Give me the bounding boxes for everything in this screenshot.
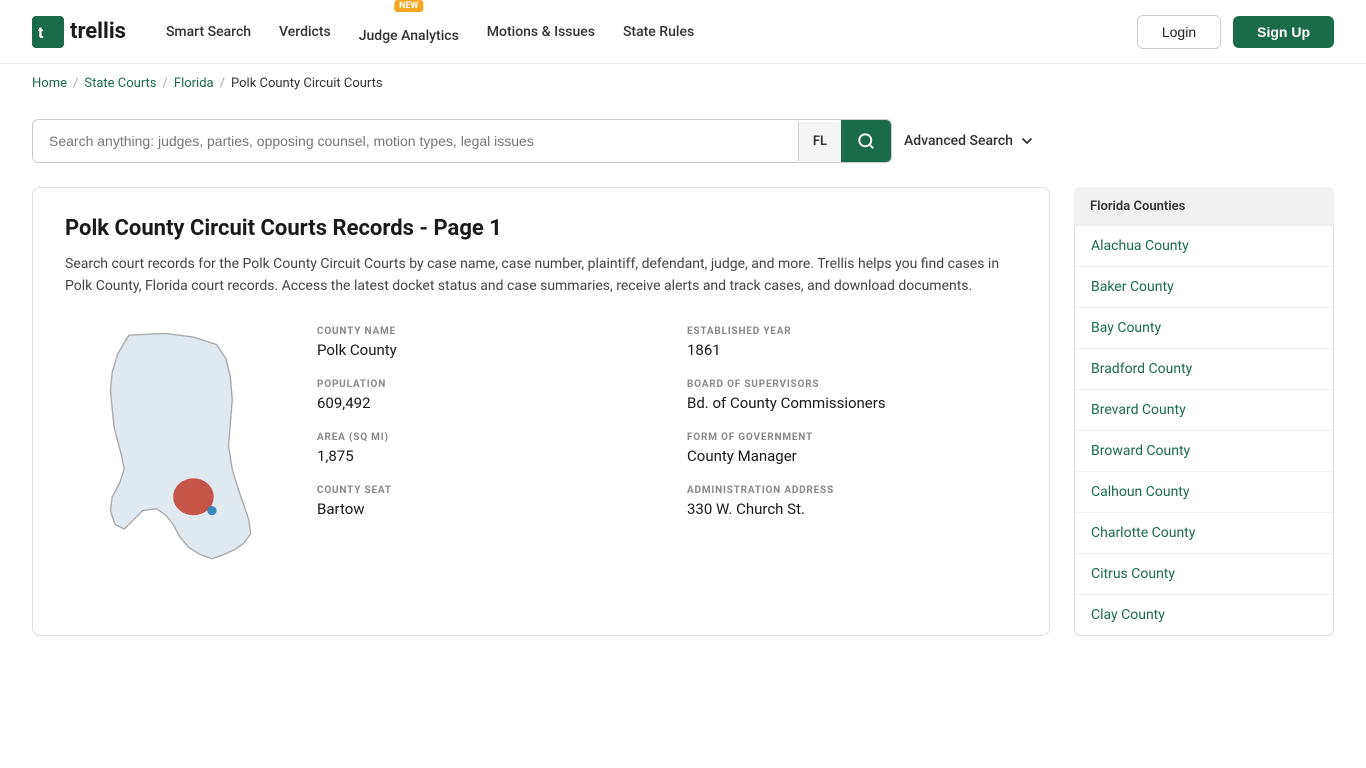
login-button[interactable]: Login	[1137, 15, 1221, 49]
detail-area: AREA (SQ MI) 1,875	[317, 432, 647, 465]
breadcrumb-current: Polk County Circuit Courts	[231, 76, 383, 91]
content-panel: Polk County Circuit Courts Records - Pag…	[32, 187, 1050, 636]
sidebar-item[interactable]: Citrus County	[1075, 554, 1333, 595]
county-details-grid: COUNTY NAME Polk County ESTABLISHED YEAR…	[317, 326, 1017, 518]
county-info: COUNTY NAME Polk County ESTABLISHED YEAR…	[65, 326, 1017, 570]
sidebar-county-list: Alachua CountyBaker CountyBay CountyBrad…	[1074, 226, 1334, 636]
breadcrumb-home[interactable]: Home	[32, 76, 67, 91]
sidebar-item[interactable]: Alachua County	[1075, 226, 1333, 267]
advanced-search-label: Advanced Search	[904, 133, 1013, 149]
detail-address: ADMINISTRATION ADDRESS 330 W. Church St.	[687, 485, 1017, 518]
detail-established: ESTABLISHED YEAR 1861	[687, 326, 1017, 359]
breadcrumb-florida[interactable]: Florida	[174, 76, 214, 91]
signup-button[interactable]: Sign Up	[1233, 16, 1334, 48]
detail-seat: COUNTY SEAT Bartow	[317, 485, 647, 518]
search-section: FL Advanced Search	[0, 103, 1366, 187]
nav-judge-analytics[interactable]: NEW Judge Analytics	[359, 20, 459, 44]
address-value: 330 W. Church St.	[687, 500, 1017, 518]
sidebar-item[interactable]: Brevard County	[1075, 390, 1333, 431]
detail-board: BOARD OF SUPERVISORS Bd. of County Commi…	[687, 379, 1017, 412]
population-value: 609,492	[317, 394, 647, 412]
logo[interactable]: t trellis	[32, 16, 126, 48]
sidebar-item[interactable]: Bay County	[1075, 308, 1333, 349]
nav-smart-search[interactable]: Smart Search	[166, 24, 251, 40]
county-name-label: COUNTY NAME	[317, 326, 647, 337]
detail-county-name: COUNTY NAME Polk County	[317, 326, 647, 359]
advanced-search-toggle[interactable]: Advanced Search	[904, 133, 1035, 149]
sidebar-item[interactable]: Calhoun County	[1075, 472, 1333, 513]
breadcrumb: Home / State Courts / Florida / Polk Cou…	[0, 64, 1366, 103]
sidebar-header: Florida Counties	[1074, 187, 1334, 226]
sidebar-item[interactable]: Bradford County	[1075, 349, 1333, 390]
breadcrumb-state-courts[interactable]: State Courts	[84, 76, 156, 91]
nav-state-rules[interactable]: State Rules	[623, 24, 694, 40]
established-value: 1861	[687, 341, 1017, 359]
sidebar-item[interactable]: Baker County	[1075, 267, 1333, 308]
nav: Smart Search Verdicts NEW Judge Analytic…	[166, 20, 694, 44]
seat-value: Bartow	[317, 500, 647, 518]
logo-icon: t	[32, 16, 64, 48]
page-description: Search court records for the Polk County…	[65, 253, 1017, 298]
svg-text:t: t	[38, 23, 44, 42]
sidebar-item[interactable]: Charlotte County	[1075, 513, 1333, 554]
area-label: AREA (SQ MI)	[317, 432, 647, 443]
search-icon	[857, 132, 875, 150]
seat-label: COUNTY SEAT	[317, 485, 647, 496]
logo-text: trellis	[70, 19, 126, 44]
header: t trellis Smart Search Verdicts NEW Judg…	[0, 0, 1366, 64]
address-label: ADMINISTRATION ADDRESS	[687, 485, 1017, 496]
chevron-down-icon	[1019, 133, 1035, 149]
florida-map-svg	[65, 326, 285, 566]
page-title: Polk County Circuit Courts Records - Pag…	[65, 216, 1017, 241]
county-map	[65, 326, 285, 570]
board-value: Bd. of County Commissioners	[687, 394, 1017, 412]
area-value: 1,875	[317, 447, 647, 465]
population-label: POPULATION	[317, 379, 647, 390]
nav-verdicts[interactable]: Verdicts	[279, 24, 331, 40]
search-wrapper: FL	[32, 119, 892, 163]
county-name-value: Polk County	[317, 341, 647, 359]
board-label: BOARD OF SUPERVISORS	[687, 379, 1017, 390]
sidebar-item[interactable]: Clay County	[1075, 595, 1333, 635]
sidebar: Florida Counties Alachua CountyBaker Cou…	[1074, 187, 1334, 636]
breadcrumb-sep-1: /	[73, 76, 78, 91]
search-button[interactable]	[841, 120, 891, 162]
sidebar-item[interactable]: Broward County	[1075, 431, 1333, 472]
breadcrumb-sep-2: /	[163, 76, 168, 91]
detail-form: FORM OF GOVERNMENT County Manager	[687, 432, 1017, 465]
form-value: County Manager	[687, 447, 1017, 465]
main-layout: Polk County Circuit Courts Records - Pag…	[0, 187, 1366, 668]
breadcrumb-sep-3: /	[220, 76, 225, 91]
search-state-badge: FL	[798, 122, 841, 161]
form-label: FORM OF GOVERNMENT	[687, 432, 1017, 443]
nav-motions-issues[interactable]: Motions & Issues	[487, 24, 595, 40]
header-left: t trellis Smart Search Verdicts NEW Judg…	[32, 16, 694, 48]
search-input[interactable]	[33, 121, 798, 161]
detail-population: POPULATION 609,492	[317, 379, 647, 412]
header-right: Login Sign Up	[1137, 15, 1334, 49]
established-label: ESTABLISHED YEAR	[687, 326, 1017, 337]
new-badge: NEW	[394, 0, 423, 12]
